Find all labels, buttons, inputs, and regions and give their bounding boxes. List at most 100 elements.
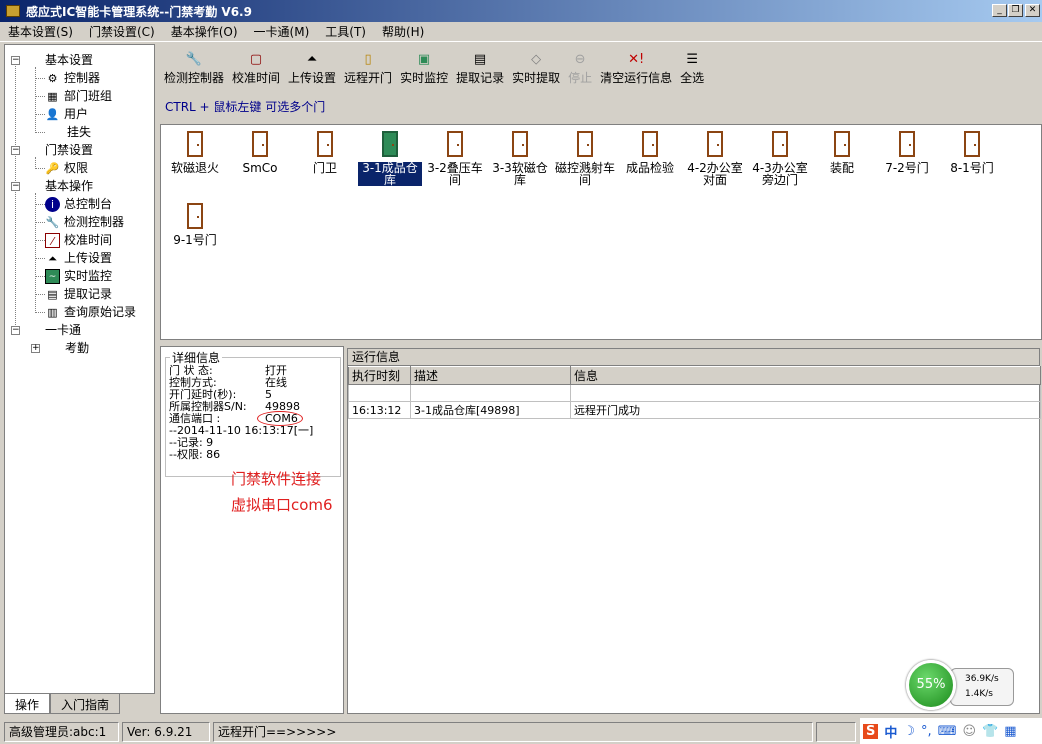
- ime-toolbar[interactable]: S 中 ☽ °, ⌨ ☺ 👕 ▦: [860, 718, 1042, 744]
- tree-item-lost[interactable]: 挂失: [67, 123, 91, 141]
- tree-item-raw-records[interactable]: ▥ 查询原始记录: [45, 303, 136, 321]
- upload-settings-button[interactable]: ⏶ 上传设置: [284, 44, 340, 86]
- select-all-button[interactable]: ☰ 全选: [676, 44, 708, 86]
- door-icon: [317, 131, 333, 157]
- tools-icon[interactable]: ▦: [1004, 724, 1016, 739]
- calibrate-icon: ⁄: [45, 232, 60, 248]
- door-item[interactable]: 成品检验: [618, 131, 682, 174]
- ime-lang[interactable]: 中: [884, 722, 897, 741]
- run-info-caption: 运行信息: [348, 349, 1039, 366]
- expand-toggle[interactable]: −: [11, 146, 20, 155]
- door-item[interactable]: 3-2叠压车间: [423, 131, 487, 186]
- door-item[interactable]: 磁控溅射车间: [553, 131, 617, 186]
- minimize-button[interactable]: _: [992, 4, 1007, 17]
- col-header[interactable]: 信息: [570, 366, 1041, 385]
- tree-item-attendance[interactable]: 考勤: [65, 339, 89, 357]
- keyboard-icon[interactable]: ⌨: [938, 724, 957, 739]
- detail-label: 开门延时(秒):: [169, 388, 237, 401]
- door-icon: [964, 131, 980, 157]
- download-speed: 1.4K/s: [965, 689, 993, 699]
- door-panel: 软磁退火 SmCo 门卫 3-1成品仓库 3-2叠压车间 3-3软磁仓库 磁控溅…: [160, 124, 1042, 340]
- door-item[interactable]: 4-3办公室旁边门: [748, 131, 812, 186]
- sogou-icon[interactable]: S: [863, 723, 879, 739]
- door-item[interactable]: 门卫: [293, 131, 357, 174]
- punct-icon[interactable]: °,: [921, 724, 932, 739]
- col-header[interactable]: 执行时刻: [348, 366, 411, 385]
- nav-tree: − 基本设置 ⚙ 控制器 ▦ 部门班组 👤 用户 挂失 − 门禁设置 🔑 权限 − 基本…: [4, 44, 155, 694]
- restore-button[interactable]: ❐: [1008, 4, 1023, 17]
- door-item[interactable]: SmCo: [228, 131, 292, 174]
- tree-group-basic-ops[interactable]: 基本操作: [45, 177, 93, 195]
- detail-value: 打开: [265, 364, 287, 377]
- detail-extra: --2014-11-10 16:13:17[一]: [169, 424, 314, 437]
- tree-group-access-settings[interactable]: 门禁设置: [45, 141, 93, 159]
- door-item[interactable]: 8-1号门: [940, 131, 1004, 174]
- calibrate-time-button[interactable]: ▢ 校准时间: [228, 44, 284, 86]
- door-item[interactable]: 4-2办公室对面: [683, 131, 747, 186]
- controller-icon: ⚙: [47, 71, 58, 85]
- door-icon: [707, 131, 723, 157]
- multi-select-hint: CTRL + 鼠标左键 可选多个门: [165, 100, 326, 114]
- detail-label: 控制方式:: [169, 376, 217, 389]
- menu-tools[interactable]: 工具(T): [317, 23, 374, 40]
- menu-basic-settings[interactable]: 基本设置(S): [0, 23, 81, 40]
- expand-toggle[interactable]: −: [11, 182, 20, 191]
- calibrate-icon: ▢: [249, 52, 263, 67]
- expand-toggle[interactable]: +: [31, 344, 40, 353]
- table-row[interactable]: 16:13:12 3-1成品仓库[49898] 远程开门成功: [348, 401, 1041, 419]
- detail-panel: 详细信息 门 状 态: 打开 控制方式: 在线 开门延时(秒): 5 所属控制器…: [160, 346, 344, 714]
- tree-group-one-card[interactable]: 一卡通: [45, 321, 81, 339]
- tree-item-detect[interactable]: 🔧 检测控制器: [45, 213, 124, 231]
- shirt-icon[interactable]: 👕: [982, 724, 998, 739]
- expand-toggle[interactable]: −: [11, 326, 20, 335]
- clear-info-button[interactable]: ✕! 清空运行信息: [596, 44, 676, 86]
- app-icon: [6, 5, 20, 17]
- tree-item-dept[interactable]: ▦ 部门班组: [45, 87, 112, 105]
- col-header[interactable]: 描述: [410, 366, 571, 385]
- door-icon: [642, 131, 658, 157]
- network-widget[interactable]: 36.9K/s 1.4K/s 55%: [906, 660, 1014, 712]
- dept-icon: ▦: [47, 89, 58, 103]
- menu-help[interactable]: 帮助(H): [374, 23, 432, 40]
- stop-icon: ⊖: [574, 52, 586, 67]
- door-icon: [187, 203, 203, 229]
- tab-operations[interactable]: 操作: [4, 694, 51, 714]
- door-item[interactable]: 3-3软磁仓库: [488, 131, 552, 186]
- tree-item-calibrate[interactable]: ⁄ 校准时间: [45, 231, 112, 249]
- status-extra: [816, 722, 856, 742]
- detail-value: 5: [265, 388, 272, 401]
- tab-guide[interactable]: 入门指南: [50, 694, 121, 714]
- table-row[interactable]: [348, 384, 1041, 402]
- toolbar: 🔧 检测控制器 ▢ 校准时间 ⏶ 上传设置 ▯ 远程开门 ▣ 实时监控 ▤ 提取记录 ◇ 实时…: [160, 44, 742, 86]
- remote-open-button[interactable]: ▯ 远程开门: [340, 44, 396, 86]
- door-icon: [512, 131, 528, 157]
- realtime-extract-button[interactable]: ◇ 实时提取: [508, 44, 564, 86]
- tree-item-upload[interactable]: ⏶ 上传设置: [45, 249, 112, 267]
- tree-item-console[interactable]: i 总控制台: [45, 195, 112, 213]
- menu-access-settings[interactable]: 门禁设置(C): [81, 23, 163, 40]
- door-item-selected[interactable]: 3-1成品仓库: [358, 131, 422, 186]
- realtime-monitor-button[interactable]: ▣ 实时监控: [396, 44, 452, 86]
- close-button[interactable]: ✕: [1025, 4, 1040, 17]
- tree-item-controller[interactable]: ⚙ 控制器: [45, 69, 100, 87]
- expand-toggle[interactable]: −: [11, 56, 20, 65]
- user-icon[interactable]: ☺: [962, 724, 976, 739]
- extract-records-button[interactable]: ▤ 提取记录: [452, 44, 508, 86]
- stop-button[interactable]: ⊖ 停止: [564, 44, 596, 86]
- run-info-table: 执行时刻 描述 信息 16:13:12 3-1成品仓库[49898] 远程开门成…: [348, 366, 1041, 419]
- door-item[interactable]: 装配: [810, 131, 874, 174]
- tree-item-permission[interactable]: 🔑 权限: [45, 159, 88, 177]
- door-item[interactable]: 7-2号门: [875, 131, 939, 174]
- wrench-icon: 🔧: [185, 52, 203, 67]
- door-item[interactable]: 软磁退火: [163, 131, 227, 174]
- detail-value: 在线: [265, 376, 287, 389]
- tree-item-monitor[interactable]: ~ 实时监控: [45, 267, 112, 285]
- menu-basic-ops[interactable]: 基本操作(O): [163, 23, 246, 40]
- moon-icon[interactable]: ☽: [903, 724, 915, 739]
- tree-item-extract[interactable]: ▤ 提取记录: [45, 285, 112, 303]
- tree-item-user[interactable]: 👤 用户: [45, 105, 88, 123]
- detect-controller-button[interactable]: 🔧 检测控制器: [160, 44, 228, 86]
- tree-group-basic-settings[interactable]: 基本设置: [45, 51, 93, 69]
- door-item[interactable]: 9-1号门: [163, 203, 227, 246]
- menu-one-card[interactable]: 一卡通(M): [246, 23, 318, 40]
